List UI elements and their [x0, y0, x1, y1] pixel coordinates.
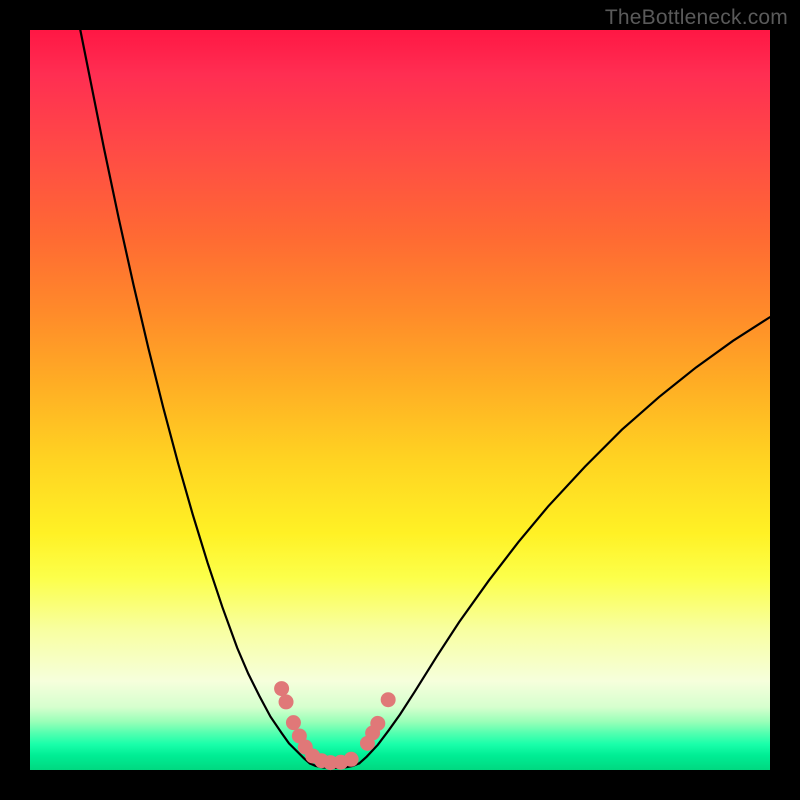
- chart-svg: [30, 30, 770, 770]
- highlight-dots: [274, 681, 396, 770]
- watermark-text: TheBottleneck.com: [605, 6, 788, 30]
- highlight-dot: [370, 716, 385, 731]
- chart-frame: TheBottleneck.com: [0, 0, 800, 800]
- left-curve: [80, 30, 309, 763]
- highlight-dot: [274, 681, 289, 696]
- highlight-dot: [279, 694, 294, 709]
- highlight-dot: [381, 692, 396, 707]
- highlight-dot: [286, 715, 301, 730]
- right-curve: [359, 317, 770, 763]
- highlight-dot: [344, 752, 359, 767]
